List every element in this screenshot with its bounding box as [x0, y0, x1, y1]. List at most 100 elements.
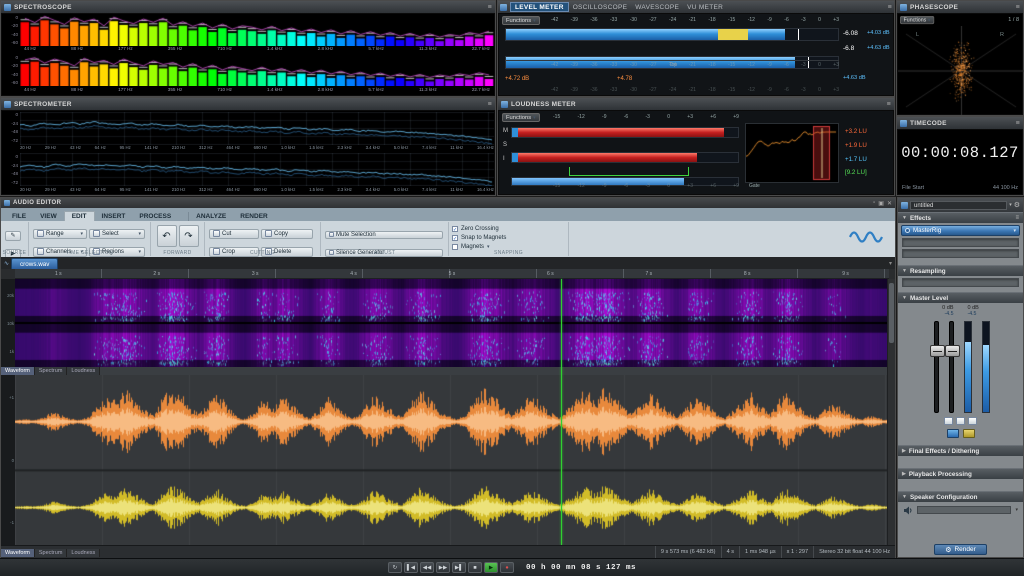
bottom-left-value: +4.72 dB — [505, 76, 530, 82]
time-ruler[interactable]: 1 s 2 s 3 s 4 s 5 s 6 s 7 s 8 s 9 s — [15, 269, 889, 279]
tab-level-meter[interactable]: LEVEL METER — [510, 2, 569, 12]
functions-button[interactable]: Functions ▾ — [502, 16, 540, 25]
fader-right[interactable] — [945, 321, 960, 413]
scale-label: -36 — [590, 87, 598, 93]
playhead-cursor[interactable] — [561, 279, 563, 545]
tab-edit[interactable]: EDIT — [63, 211, 95, 221]
panel-menu-icon[interactable]: ≡ — [887, 101, 891, 108]
bypass-button[interactable] — [962, 429, 975, 438]
panel-menu-icon[interactable]: ≡ — [888, 4, 892, 11]
effect-slot-empty[interactable] — [902, 238, 1019, 247]
functions-button[interactable]: Functions ▾ — [900, 16, 934, 25]
scale-label: -42 — [551, 17, 559, 23]
go-start-button[interactable]: ▌◀ — [403, 562, 418, 573]
fast-forward-button[interactable]: ▶▶ — [435, 562, 450, 573]
db-label: -24 — [11, 162, 18, 168]
scale-label: -6 — [784, 87, 789, 93]
fader-handle-right[interactable] — [945, 345, 960, 358]
range-button[interactable]: Range ▾ — [33, 228, 87, 239]
status-tab-waveform[interactable]: Waveform — [1, 548, 35, 557]
effect-slot-masterrig[interactable]: MasterRig ▾ — [901, 225, 1020, 236]
tab-render[interactable]: RENDER — [233, 212, 274, 221]
file-tab[interactable]: crows.wav — [11, 258, 59, 269]
stop-button[interactable]: ■ — [467, 562, 482, 573]
fader-left[interactable] — [930, 321, 945, 413]
panel-menu-icon[interactable]: ≡ — [488, 101, 492, 108]
tab-list-icon[interactable]: ▾ — [889, 260, 892, 267]
playback-processing-section-header[interactable]: ▶ Playback Processing — [898, 468, 1023, 479]
final-effects-section-header[interactable]: ▶ Final Effects / Dithering — [898, 445, 1023, 456]
effect-slot-empty[interactable] — [902, 249, 1019, 258]
edit-mouse-mode-button[interactable]: ✎ — [5, 230, 21, 241]
speaker-config-section-header[interactable]: ▼ Speaker Configuration — [898, 491, 1023, 502]
status-tab-loudness[interactable]: Loudness — [67, 548, 101, 557]
view-tab-waveform[interactable]: Waveform — [1, 367, 35, 375]
functions-button[interactable]: Functions ▾ — [502, 113, 540, 122]
status-tab-spectrum[interactable]: Spectrum — [34, 548, 68, 557]
copy-button[interactable]: Copy — [261, 228, 313, 239]
tab-wavescope[interactable]: WAVESCOPE — [631, 4, 683, 11]
redo-button[interactable]: ↷ — [178, 225, 199, 247]
editor-close-icon[interactable]: ✕ — [887, 200, 892, 207]
output-meter-left — [964, 321, 972, 413]
undo-button[interactable]: ↶ — [156, 225, 177, 247]
ruler-tick-label: 4 s — [350, 270, 357, 277]
editor-maximize-icon[interactable]: ▣ — [878, 200, 884, 207]
add-effect-icon[interactable]: ≡ — [1015, 215, 1019, 221]
record-button[interactable]: ● — [499, 562, 514, 573]
effects-section-header[interactable]: ▼ Effects ≡ — [898, 212, 1023, 223]
tab-analyze[interactable]: ANALYZE — [188, 212, 233, 221]
master-level-section-header[interactable]: ▼ Master Level — [898, 292, 1023, 303]
fader-handle-left[interactable] — [930, 345, 945, 358]
editor-minimize-icon[interactable]: ▫ — [873, 200, 875, 206]
freq-label: 43 Hz — [69, 145, 82, 150]
scale-label: -42 — [551, 87, 559, 93]
rewind-button[interactable]: ◀◀ — [419, 562, 434, 573]
waveform-view[interactable] — [15, 375, 889, 545]
mono-button[interactable] — [956, 417, 965, 425]
tab-oscilloscope[interactable]: OSCILLOSCOPE — [569, 4, 632, 11]
phasescope-title: PHASESCOPE — [910, 3, 959, 11]
zero-crossing-checkbox[interactable]: ✓ Zero Crossing — [452, 224, 565, 233]
tab-process[interactable]: PROCESS — [132, 212, 178, 221]
freq-label: 2.8 kHz — [317, 46, 334, 51]
tab-vu-meter[interactable]: VU METER — [683, 4, 727, 11]
effect-power-icon[interactable] — [905, 228, 910, 233]
resampling-slot[interactable] — [902, 278, 1019, 287]
editor-titlebar: AUDIO EDITOR ▫ ▣ ✕ — [1, 198, 895, 208]
play-button[interactable]: ▶ — [483, 562, 498, 573]
view-tab-loudness[interactable]: Loudness — [67, 367, 101, 375]
spectrogram-view[interactable] — [15, 279, 889, 367]
link-faders-button[interactable] — [944, 417, 953, 425]
tab-view[interactable]: VIEW — [33, 212, 64, 221]
render-button[interactable]: ⚙ Render — [934, 544, 987, 555]
view-tab-spectrum[interactable]: Spectrum — [34, 367, 68, 375]
mute-selection-button[interactable]: Mute Selection — [325, 230, 443, 239]
go-end-button[interactable]: ▶▌ — [451, 562, 466, 573]
scrollbar-thumb[interactable] — [889, 283, 894, 343]
speaker-config-dropdown-icon[interactable]: ▾ — [1015, 507, 1018, 513]
scale-label: -39 — [570, 17, 578, 23]
freq-label: 464 Hz — [226, 187, 240, 192]
preset-combo[interactable]: untitled — [910, 200, 1008, 210]
tab-file[interactable]: FILE — [5, 212, 33, 221]
resampling-section-header[interactable]: ▼ Resampling — [898, 265, 1023, 276]
effect-menu-icon[interactable]: ▾ — [1013, 228, 1016, 234]
view-splitter[interactable]: Waveform Spectrum Loudness — [1, 367, 895, 375]
vertical-scrollbar[interactable] — [887, 279, 895, 545]
speaker-config-select[interactable] — [917, 506, 1012, 514]
preset-dropdown-icon[interactable]: ▾ — [1009, 202, 1012, 208]
snap-magnets-checkbox[interactable]: ✓ Snap to Magnets — [452, 233, 565, 242]
tab-insert[interactable]: INSERT — [95, 212, 133, 221]
master-settings-icon[interactable]: ⚙ — [1014, 201, 1020, 209]
panel-menu-icon[interactable]: ≡ — [488, 4, 492, 11]
cut-button[interactable]: Cut — [209, 228, 259, 239]
panel-menu-icon[interactable]: ≡ — [1016, 4, 1020, 11]
db-label: -72 — [11, 179, 18, 185]
select-button[interactable]: Select ▾ — [89, 228, 145, 239]
reset-peaks-button[interactable] — [968, 417, 977, 425]
loop-button[interactable]: ↻ — [387, 562, 402, 573]
speaker-monitor-button[interactable] — [946, 429, 959, 438]
panel-menu-icon[interactable]: ≡ — [1016, 120, 1020, 127]
phasescope-panel: PHASESCOPE ≡ Functions ▾ 1 / 8 L R — [896, 0, 1024, 116]
